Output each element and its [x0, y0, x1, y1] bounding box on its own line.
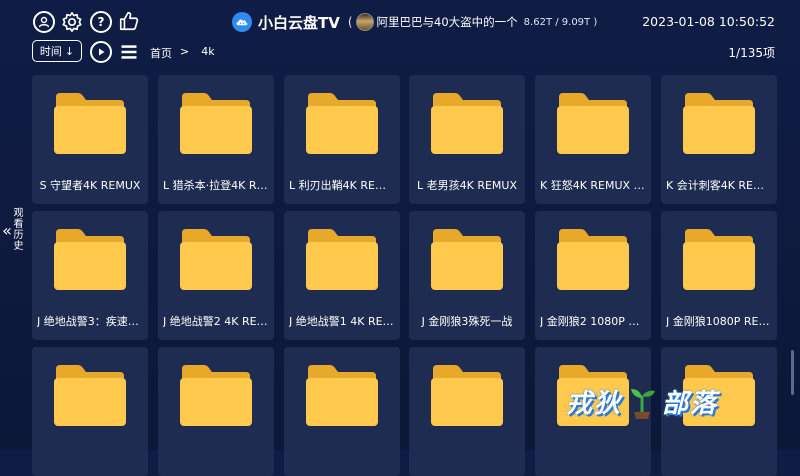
folder-tile[interactable]	[32, 347, 148, 476]
folder-tile[interactable]	[158, 347, 274, 476]
folder-label: J 金刚狼3殊死一战	[421, 315, 513, 328]
folder-icon	[52, 363, 128, 427]
folder-icon	[304, 91, 380, 155]
app-title-area: 小白云盘TV ( 阿里巴巴与40大盗中的一个 8.62T / 9.09T )	[232, 10, 597, 34]
user-switch-icon[interactable]	[33, 11, 55, 33]
item-count: 1/135项	[728, 46, 775, 60]
folder-tile[interactable]: J 绝地战警2 4K REMUX	[158, 211, 274, 340]
folder-tile[interactable]: S 守望者4K REMUX	[32, 75, 148, 204]
folder-tile[interactable]	[409, 347, 525, 476]
folder-icon	[304, 363, 380, 427]
folder-icon	[178, 91, 254, 155]
folder-label: J 金刚狼2 1080P REMUX	[540, 315, 646, 328]
folder-tile[interactable]: J 金刚狼3殊死一战	[409, 211, 525, 340]
watermark-right: 部落	[662, 388, 719, 419]
sprout-icon	[631, 389, 656, 419]
breadcrumb-separator: >	[180, 45, 190, 58]
folder-label: S 守望者4K REMUX	[39, 179, 141, 192]
app-title: 小白云盘TV	[258, 13, 340, 32]
folder-icon	[52, 227, 128, 291]
folder-label: J 绝地战警3：疾速追击	[37, 315, 143, 328]
folder-icon	[304, 227, 380, 291]
breadcrumb: 首页 > 4k	[150, 45, 215, 61]
sort-button[interactable]: 时间 ↓	[32, 40, 82, 62]
folder-label: L 猎杀本·拉登4K REMUX	[163, 179, 269, 192]
scrollbar[interactable]	[791, 350, 794, 395]
play-icon[interactable]	[90, 41, 112, 63]
folder-tile[interactable]: K 会计刺客4K REMUX	[661, 75, 777, 204]
folder-tile[interactable]: J 金刚狼2 1080P REMUX	[535, 211, 651, 340]
history-char: 史	[13, 241, 24, 252]
folder-icon	[52, 91, 128, 155]
history-char: 观	[13, 208, 24, 219]
folder-tile[interactable]: L 利刃出鞘4K REMUX	[284, 75, 400, 204]
folder-icon	[429, 227, 505, 291]
folder-label: K 会计刺客4K REMUX	[666, 179, 772, 192]
folder-tile[interactable]: K 狂怒4K REMUX (2014)	[535, 75, 651, 204]
thumbs-up-icon[interactable]	[117, 9, 141, 33]
folder-icon	[681, 91, 757, 155]
folder-label: J 金刚狼1080P REMUX	[666, 315, 772, 328]
folder-icon	[178, 227, 254, 291]
folder-tile[interactable]	[284, 347, 400, 476]
top-bar: ? 小白云盘TV ( 阿里巴巴与40大盗中的一个 8.62T / 9.09T )…	[0, 0, 800, 70]
breadcrumb-current: 4k	[201, 45, 215, 58]
breadcrumb-home[interactable]: 首页	[150, 45, 172, 61]
account-name: 阿里巴巴与40大盗中的一个	[376, 15, 518, 29]
folder-tile[interactable]: L 猎杀本·拉登4K REMUX	[158, 75, 274, 204]
gear-icon[interactable]	[60, 10, 84, 34]
folder-icon	[429, 363, 505, 427]
folder-tile[interactable]: J 绝地战警3：疾速追击	[32, 211, 148, 340]
watch-history-label: 观 看 历 史	[13, 208, 24, 252]
watermark: 戎狄 部落	[566, 382, 718, 420]
menu-icon[interactable]	[117, 40, 141, 64]
history-char: 看	[13, 219, 24, 230]
folder-icon	[178, 363, 254, 427]
folder-tile[interactable]: L 老男孩4K REMUX	[409, 75, 525, 204]
history-char: 历	[13, 230, 24, 241]
open-paren: (	[347, 15, 353, 29]
folder-icon	[429, 91, 505, 155]
folder-label: J 绝地战警2 4K REMUX	[163, 315, 269, 328]
folder-label: L 利刃出鞘4K REMUX	[289, 179, 395, 192]
folder-icon	[681, 227, 757, 291]
watermark-left: 戎狄	[566, 388, 623, 419]
folder-label: L 老男孩4K REMUX	[416, 179, 517, 192]
folder-label: J 绝地战警1 4K REMUX	[289, 315, 395, 328]
clock: 2023-01-08 10:50:52	[642, 14, 775, 29]
folder-tile[interactable]: J 金刚狼1080P REMUX	[661, 211, 777, 340]
folder-icon	[555, 91, 631, 155]
cloud-logo-icon	[232, 12, 252, 32]
folder-icon	[555, 227, 631, 291]
avatar	[355, 13, 374, 31]
question-mark: ?	[97, 15, 105, 29]
chevron-left-icon: «	[2, 220, 12, 240]
folder-label: K 狂怒4K REMUX (2014)	[540, 179, 646, 192]
watch-history-tab[interactable]: « 观 看 历 史	[0, 200, 28, 260]
storage-usage: 8.62T / 9.09T )	[523, 16, 598, 28]
folder-tile[interactable]: J 绝地战警1 4K REMUX	[284, 211, 400, 340]
help-icon[interactable]: ?	[90, 11, 112, 33]
sort-arrow-icon: ↓	[64, 44, 75, 58]
sort-label: 时间	[39, 45, 62, 58]
